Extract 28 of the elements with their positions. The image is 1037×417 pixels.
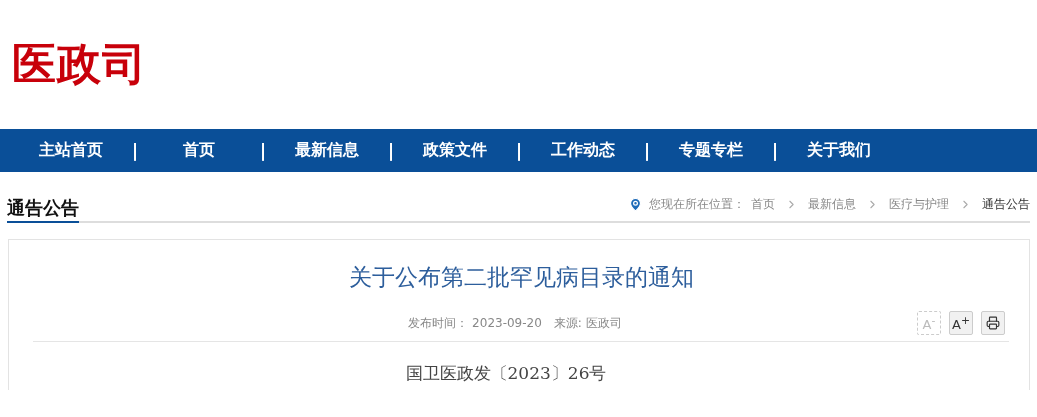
article-title: 关于公布第二批罕见病目录的通知 [347,263,695,292]
print-button[interactable] [981,311,1005,335]
nav-separator: | [130,140,140,161]
article-source: 来源: 医政司 [553,314,622,332]
font-size-button[interactable]: A$^{+}$ [949,311,973,335]
nav-separator: | [386,140,396,161]
nav-link[interactable]: 工作动态 [528,140,638,161]
nav-link[interactable]: 政策文件 [400,140,510,161]
breadcrumb-link[interactable]: 医疗与护理 [889,196,949,213]
nav-link[interactable]: 首页 [144,140,254,161]
nav-separator: | [770,140,780,161]
nav-link[interactable]: 关于我们 [784,140,894,161]
section-title: 通告公告 [7,196,79,223]
document-number: 国卫医政发〔2023〕26号 [404,362,608,385]
printer-icon [986,316,1000,330]
location-pin-icon [628,197,643,212]
nav-separator: | [258,140,268,161]
nav-link[interactable]: 主站首页 [16,140,126,161]
nav-separator: | [514,140,524,161]
breadcrumb-link[interactable]: 首页 [751,196,775,213]
breadcrumb-label: 您现在所在位置： [649,196,745,213]
site-logo: 医政司 [12,37,147,91]
breadcrumb-link[interactable]: 通告公告 [982,196,1030,213]
nav-separator: | [642,140,652,161]
nav-link[interactable]: 最新信息 [272,140,382,161]
publish-date: 发布时间： 2023-09-20 [408,314,542,332]
nav-link[interactable]: 专题专栏 [656,140,766,161]
breadcrumb-link[interactable]: 最新信息 [808,196,856,213]
